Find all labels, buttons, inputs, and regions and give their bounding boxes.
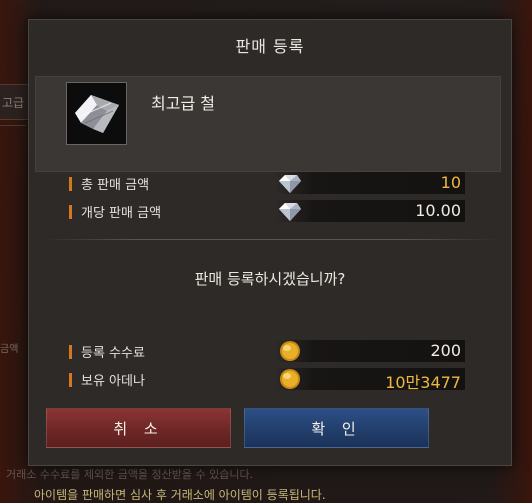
total-price-row: 총 판매 금액 10 xyxy=(69,172,469,194)
unit-price-field: 10.00 xyxy=(275,200,465,222)
background-divider xyxy=(0,125,26,126)
background-notice-2: 아이템을 판매하면 심사 후 거래소에 아이템이 등록됩니다. xyxy=(34,488,326,502)
cancel-button[interactable]: 취 소 xyxy=(46,408,231,448)
owned-adena-field: 10만3477 xyxy=(275,368,465,392)
diamond-icon xyxy=(279,203,301,221)
owned-adena-label: 보유 아데나 xyxy=(81,374,145,389)
sale-register-dialog: 판매 등록 최고급 철 총 판매 금액 10 개당 판매 금액 10.00 판매… xyxy=(28,19,512,466)
owned-adena-value: 10만3477 xyxy=(385,373,461,392)
registration-fee-field: 200 xyxy=(275,340,465,362)
adena-coin-icon xyxy=(280,369,300,389)
unit-price-value: 10.00 xyxy=(415,201,461,220)
registration-fee-row: 등록 수수료 200 xyxy=(69,340,469,362)
unit-price-row: 개당 판매 금액 10.00 xyxy=(69,200,469,222)
iron-item-icon[interactable] xyxy=(66,82,127,145)
confirm-button[interactable]: 확 인 xyxy=(244,408,429,448)
unit-price-label: 개당 판매 금액 xyxy=(81,206,162,221)
registration-fee-value: 200 xyxy=(430,341,461,360)
background-notice-1: 거래소 수수료를 제외한 금액을 정산받을 수 있습니다. xyxy=(6,468,254,481)
section-divider xyxy=(43,239,499,240)
adena-coin-icon xyxy=(280,341,300,361)
row-accent-bar xyxy=(69,345,72,359)
row-accent-bar xyxy=(69,177,72,191)
dialog-title: 판매 등록 xyxy=(235,37,305,56)
diamond-icon xyxy=(279,175,301,193)
background-tab: 고급 xyxy=(0,84,30,120)
total-price-label: 총 판매 금액 xyxy=(81,178,150,193)
confirm-question: 판매 등록하시겠습니까? xyxy=(194,270,346,288)
owned-adena-row: 보유 아데나 10만3477 xyxy=(69,368,469,392)
total-price-field: 10 xyxy=(275,172,465,194)
item-name: 최고급 철 xyxy=(151,94,215,113)
row-accent-bar xyxy=(69,205,72,219)
row-accent-bar xyxy=(69,373,72,387)
background-label: 금액 xyxy=(0,344,19,355)
registration-fee-label: 등록 수수료 xyxy=(81,346,145,361)
total-price-value: 10 xyxy=(440,173,461,192)
